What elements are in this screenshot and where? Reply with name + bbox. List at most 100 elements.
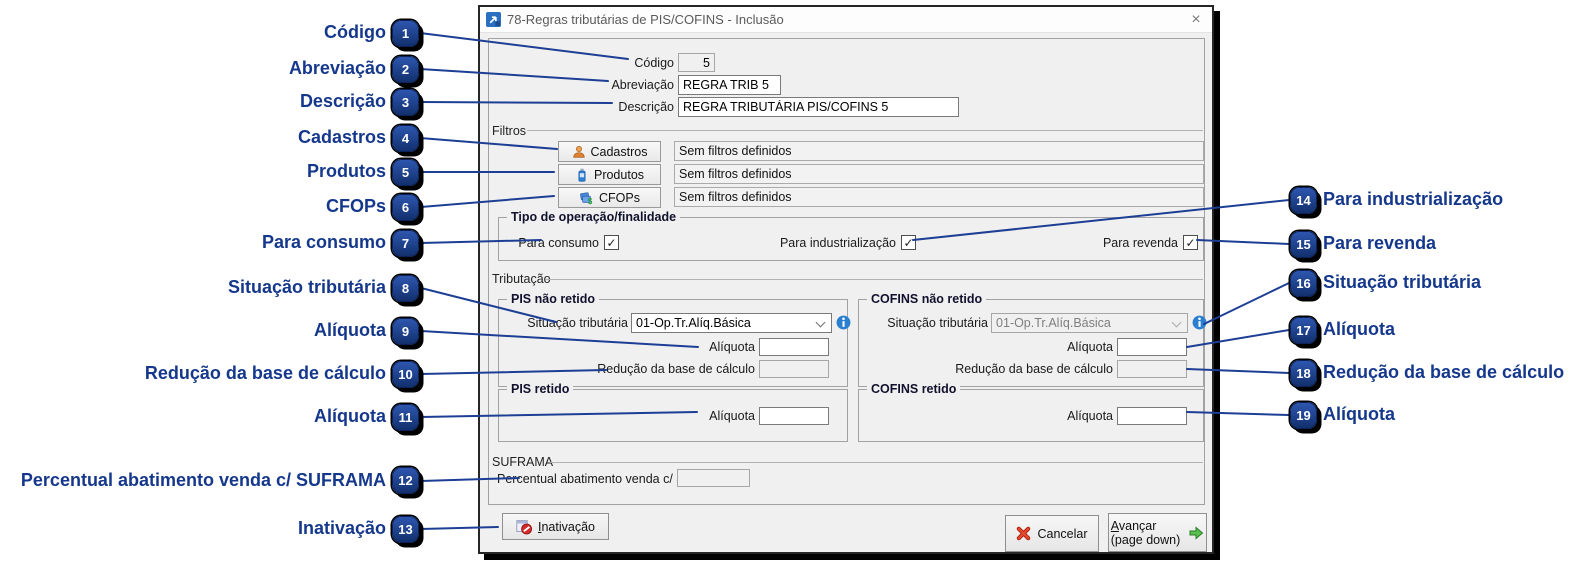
suframa-section-line [550, 462, 1203, 463]
dialog-regras-tributarias: 78-Regras tributárias de PIS/COFINS - In… [478, 5, 1214, 554]
callout-label-1: Código [324, 22, 386, 42]
para-revenda-label: Para revenda [1102, 236, 1178, 250]
inativacao-button[interactable]: Inativação [502, 513, 609, 540]
info-icon[interactable] [1192, 315, 1207, 330]
arrow-right-icon [1189, 525, 1204, 540]
callout-label-16: Situação tributária [1323, 272, 1482, 292]
screenshot-canvas: 78-Regras tributárias de PIS/COFINS - In… [0, 0, 1579, 571]
callout-badge-10: 10 [392, 361, 419, 388]
pis-situacao-value: 01-Op.Tr.Alíq.Básica [636, 316, 751, 330]
pis-situacao-select[interactable]: 01-Op.Tr.Alíq.Básica [631, 313, 832, 333]
callout-badge-19: 19 [1290, 402, 1317, 429]
suframa-percentual-label: Percentual abatimento venda c/ SUFRAMA [497, 472, 738, 486]
info-icon[interactable] [836, 315, 851, 330]
cancel-x-icon [1017, 526, 1031, 541]
produtos-button-label: Produtos [593, 167, 645, 182]
callout-label-11: Alíquota [314, 406, 386, 426]
callout-label-7: Para consumo [261, 232, 386, 252]
pis-situacao-label: Situação tributária [527, 316, 628, 330]
codigo-input[interactable] [678, 53, 715, 72]
cfops-button[interactable]: $ CFOPs [558, 187, 661, 208]
cofins-reducao-input[interactable] [1117, 360, 1187, 378]
cofins-situacao-select[interactable]: 01-Op.Tr.Alíq.Básica [991, 313, 1188, 333]
callout-label-18: Redução da base de cálculo [1323, 362, 1565, 382]
callout-label-17: Alíquota [1323, 319, 1395, 339]
pis-retido-aliquota-input[interactable] [759, 407, 829, 425]
pis-retido-group-label: PIS retido [507, 382, 574, 396]
cadastros-button[interactable]: Cadastros [558, 141, 661, 162]
cofins-retido-group: COFINS retido Alíquota [858, 382, 1204, 442]
check-icon: ✓ [903, 235, 914, 250]
callout-badge-18: 18 [1290, 360, 1317, 387]
callout-badge-2: 2 [392, 56, 419, 83]
titlebar: 78-Regras tributárias de PIS/COFINS - In… [480, 7, 1212, 33]
callout-badge-15: 15 [1290, 231, 1317, 258]
pis-retido-group: PIS retido Alíquota [498, 382, 848, 442]
callout-label-9: Alíquota [314, 320, 386, 340]
pis-reducao-label: Redução da base de cálculo [597, 362, 755, 376]
produtos-button[interactable]: Produtos [558, 164, 661, 185]
cofins-retido-aliquota-label: Alíquota [1067, 409, 1113, 423]
callout-badge-12: 12 [392, 467, 419, 494]
para-revenda-checkbox[interactable]: ✓ [1183, 235, 1198, 250]
pis-reducao-input[interactable] [759, 360, 829, 378]
chevron-down-icon [1171, 317, 1182, 328]
inativacao-button-label: Inativação [538, 519, 595, 534]
para-consumo-label: Para consumo [518, 236, 599, 250]
abreviacao-input[interactable] [678, 75, 781, 95]
cofins-retido-group-label: COFINS retido [867, 382, 961, 396]
callout-badge-14: 14 [1290, 187, 1317, 214]
callout-badge-17: 17 [1290, 317, 1317, 344]
para-industrializacao-checkbox[interactable]: ✓ [901, 235, 916, 250]
callout-badge-6: 6 [392, 194, 419, 221]
close-icon[interactable]: × [1186, 10, 1206, 30]
inactivation-icon [516, 519, 532, 534]
callout-label-6: CFOPs [325, 196, 386, 216]
callout-label-4: Cadastros [297, 127, 386, 147]
cofins-reducao-label: Redução da base de cálculo [955, 362, 1113, 376]
cofins-retido-aliquota-input[interactable] [1117, 407, 1187, 425]
tipo-operacao-group-label: Tipo de operação/finalidade [507, 210, 681, 224]
callout-badge-8: 8 [392, 275, 419, 302]
callout-badge-4: 4 [392, 125, 419, 152]
cfops-button-label: CFOPs [599, 190, 640, 205]
pis-aliquota-input[interactable] [759, 338, 829, 356]
cofins-situacao-value: 01-Op.Tr.Alíq.Básica [996, 316, 1111, 330]
cancelar-button[interactable]: Cancelar [1005, 515, 1099, 552]
chevron-down-icon [815, 317, 826, 328]
callout-label-5: Produtos [307, 161, 386, 181]
callout-label-3: Descrição [299, 91, 386, 111]
window-title: 78-Regras tributárias de PIS/COFINS - In… [507, 12, 784, 27]
cfop-icon: $ [580, 191, 593, 205]
tributacao-section-label: Tributação [492, 272, 551, 286]
callout-badge-11: 11 [392, 404, 419, 431]
cofins-aliquota-input[interactable] [1117, 338, 1187, 356]
avancar-button-sublabel: (page down) [1110, 532, 1181, 547]
filtros-section-label: Filtros [492, 124, 527, 138]
cancelar-button-label: Cancelar [1037, 526, 1088, 541]
callout-label-13: Inativação [297, 518, 386, 538]
product-icon [578, 168, 586, 182]
pis-aliquota-label: Alíquota [709, 340, 755, 354]
avancar-button-label: Avançar [1110, 518, 1157, 533]
para-consumo-checkbox[interactable]: ✓ [604, 235, 619, 250]
suframa-percentual-input[interactable] [677, 469, 750, 487]
app-icon [486, 12, 501, 27]
tributacao-section-line [546, 279, 1203, 280]
cadastros-filter-status: Sem filtros definidos [674, 141, 1204, 161]
avancar-button[interactable]: Avançar (page down) [1108, 513, 1207, 552]
callout-label-8: Situação tributária [227, 277, 386, 297]
person-icon [572, 145, 585, 158]
descricao-input[interactable] [678, 97, 959, 117]
check-icon: ✓ [606, 235, 617, 250]
pis-nao-retido-group: PIS não retido Situação tributária 01-Op… [498, 292, 851, 387]
cofins-nao-retido-group-label: COFINS não retido [867, 292, 987, 306]
callout-badge-5: 5 [392, 159, 419, 186]
cadastros-button-label: Cadastros [590, 144, 648, 159]
tipo-operacao-group: Tipo de operação/finalidade Para consumo… [498, 210, 1204, 261]
callout-label-2: Abreviação [288, 58, 386, 78]
callout-label-15: Para revenda [1323, 233, 1437, 253]
check-icon: ✓ [1185, 235, 1196, 250]
codigo-label: Código [634, 56, 674, 70]
callout-badge-13: 13 [392, 516, 419, 543]
